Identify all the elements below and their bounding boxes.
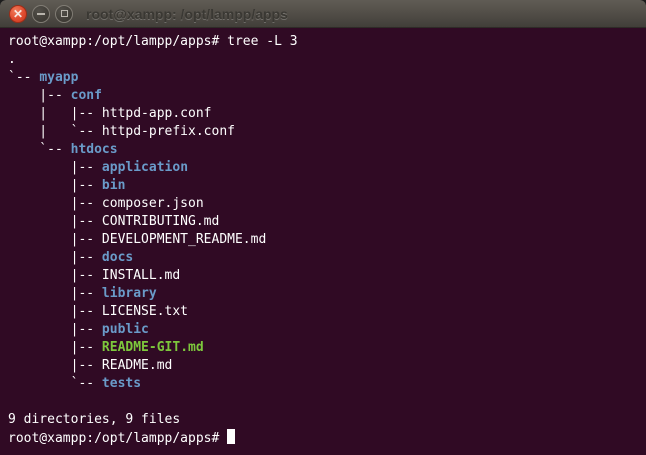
terminal-text: root@xampp:/opt/lampp/apps# tree -L 3	[8, 34, 298, 49]
terminal-text: | |-- httpd-app.conf	[8, 106, 212, 121]
terminal-line: | |-- httpd-app.conf	[8, 105, 642, 123]
maximize-icon	[61, 10, 68, 17]
terminal-line: |-- docs	[8, 249, 642, 267]
terminal-text: |--	[8, 88, 71, 103]
terminal-line: `-- tests	[8, 375, 642, 393]
terminal-line: root@xampp:/opt/lampp/apps#	[8, 429, 642, 447]
terminal-line: |-- README-GIT.md	[8, 339, 642, 357]
terminal-text: `--	[8, 376, 102, 391]
close-button[interactable]: ✕	[9, 5, 27, 23]
terminal-text: |--	[8, 160, 102, 175]
executable-file-name: README-GIT.md	[102, 340, 204, 355]
terminal-text: |-- README.md	[8, 358, 172, 373]
minimize-icon	[37, 13, 45, 15]
terminal-line	[8, 393, 642, 411]
terminal-line: .	[8, 51, 642, 69]
terminal-window: ✕ root@xampp: /opt/lampp/apps root@xampp…	[0, 0, 646, 455]
terminal-text: 9 directories, 9 files	[8, 412, 180, 427]
terminal-line: |-- LICENSE.txt	[8, 303, 642, 321]
directory-name: docs	[102, 250, 133, 265]
terminal-line: |-- composer.json	[8, 195, 642, 213]
directory-name: library	[102, 286, 157, 301]
terminal-text: |-- CONTRIBUTING.md	[8, 214, 219, 229]
maximize-button[interactable]	[55, 5, 73, 23]
terminal-text: |-- LICENSE.txt	[8, 304, 188, 319]
terminal-line: |-- CONTRIBUTING.md	[8, 213, 642, 231]
terminal-text: |--	[8, 340, 102, 355]
terminal-text: root@xampp:/opt/lampp/apps#	[8, 431, 227, 446]
terminal-cursor	[227, 429, 235, 444]
terminal-text: |-- INSTALL.md	[8, 268, 180, 283]
terminal-line: |-- conf	[8, 87, 642, 105]
terminal-line: |-- bin	[8, 177, 642, 195]
close-icon: ✕	[13, 8, 23, 20]
window-title: root@xampp: /opt/lampp/apps	[86, 6, 288, 22]
window-titlebar[interactable]: ✕ root@xampp: /opt/lampp/apps	[0, 0, 646, 28]
terminal-text: |-- composer.json	[8, 196, 204, 211]
directory-name: myapp	[39, 70, 78, 85]
directory-name: application	[102, 160, 188, 175]
terminal-line: |-- DEVELOPMENT_README.md	[8, 231, 642, 249]
terminal-line: |-- application	[8, 159, 642, 177]
terminal-text: |--	[8, 178, 102, 193]
directory-name: public	[102, 322, 149, 337]
directory-name: bin	[102, 178, 125, 193]
terminal-line: |-- README.md	[8, 357, 642, 375]
terminal-screen[interactable]: root@xampp:/opt/lampp/apps# tree -L 3. `-…	[0, 28, 646, 455]
window-controls: ✕	[0, 5, 73, 23]
terminal-text: | `-- httpd-prefix.conf	[8, 124, 235, 139]
terminal-line: root@xampp:/opt/lampp/apps# tree -L 3	[8, 33, 642, 51]
terminal-line: |-- library	[8, 285, 642, 303]
terminal-text: `--	[8, 70, 39, 85]
directory-name: conf	[71, 88, 102, 103]
terminal-line: `-- myapp	[8, 69, 642, 87]
terminal-line: | `-- httpd-prefix.conf	[8, 123, 642, 141]
terminal-line: |-- INSTALL.md	[8, 267, 642, 285]
terminal-text: .	[8, 52, 16, 67]
terminal-line: `-- htdocs	[8, 141, 642, 159]
minimize-button[interactable]	[32, 5, 50, 23]
terminal-text: `--	[8, 142, 71, 157]
directory-name: tests	[102, 376, 141, 391]
terminal-line: |-- public	[8, 321, 642, 339]
terminal-line: 9 directories, 9 files	[8, 411, 642, 429]
terminal-text: |--	[8, 250, 102, 265]
directory-name: htdocs	[71, 142, 118, 157]
terminal-text: |--	[8, 286, 102, 301]
terminal-text: |-- DEVELOPMENT_README.md	[8, 232, 266, 247]
terminal-text: |--	[8, 322, 102, 337]
